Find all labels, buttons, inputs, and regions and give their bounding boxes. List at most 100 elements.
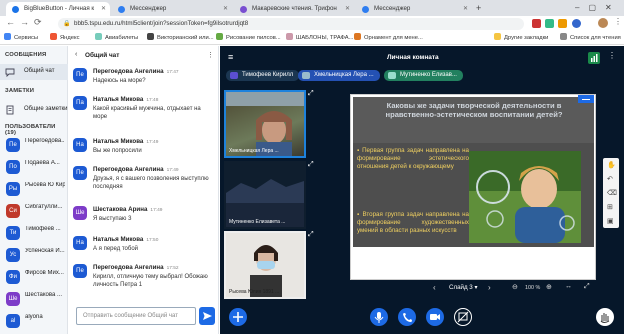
minimize-icon <box>582 99 590 100</box>
tab-messenger-2[interactable]: Мессенджер ✕ <box>356 2 472 16</box>
leave-audio-button[interactable] <box>398 308 416 326</box>
video-name-label: Хмельницкая Лера ... <box>229 148 279 154</box>
nav-buttons[interactable]: ←→⟳ <box>6 17 47 28</box>
video-name-label: Рысева Юлия 1891 ... <box>229 289 280 295</box>
video-tile[interactable]: Хмельницкая Лера ... <box>224 90 306 158</box>
bookmark-ornament[interactable]: Орнамент для мене... <box>354 32 423 45</box>
chat-icon <box>5 68 15 77</box>
user-row[interactable]: По Подаева А... <box>0 156 68 178</box>
public-chat-item[interactable]: Общий чат <box>0 64 68 80</box>
user-list: Пе Перегоедова... По Подаева А... Ры Рысева… <box>0 134 68 334</box>
extension-icon[interactable] <box>532 19 541 28</box>
window-controls[interactable]: –▢✕ <box>575 3 621 12</box>
multi-user-icon[interactable]: ⊞ <box>607 203 613 211</box>
chat-panel: ‹ Общий чат ⋮ Пе Перегоедова Ангелина 17:4… <box>69 46 219 334</box>
user-row[interactable]: al alyona <box>0 310 68 332</box>
lock-icon: 🔒 <box>63 21 71 27</box>
tab-messenger-1[interactable]: Мессенджер ✕ <box>112 2 232 16</box>
close-icon[interactable]: ✕ <box>463 2 468 16</box>
hamburger-icon[interactable]: ≡ <box>228 52 233 62</box>
user-row[interactable]: РыРысева Ю Кирилл... <box>0 178 68 200</box>
clear-icon[interactable]: ⌫ <box>607 189 617 197</box>
chat-options-icon[interactable]: ⋮ <box>207 51 214 59</box>
video-tile[interactable]: Мутиненко Елизавета ... <box>224 161 306 229</box>
zoom-level: 100 % <box>525 285 541 291</box>
close-icon[interactable]: ✕ <box>223 2 228 16</box>
bookmark-reading-list[interactable]: Список для чтения <box>560 32 621 45</box>
share-screen-button[interactable] <box>454 308 472 326</box>
user-row[interactable]: Фи Фирсов Мих... <box>0 266 68 288</box>
messenger-favicon-icon <box>362 6 369 13</box>
hand-icon <box>600 313 610 323</box>
microphone-icon <box>388 72 396 79</box>
options-icon[interactable]: ⋮ <box>608 51 616 60</box>
bookmark-victorian[interactable]: Викторианский или... <box>147 32 214 45</box>
bookmark-templates[interactable]: ШАБЛОНЫ, ТРАФА... <box>286 32 354 45</box>
mute-button[interactable] <box>370 308 388 326</box>
raise-hand-button[interactable] <box>596 308 614 326</box>
undo-icon[interactable]: ↶ <box>607 175 613 183</box>
close-icon[interactable]: ✕ <box>345 2 350 16</box>
user-row[interactable]: Пе Перегоедова... <box>0 134 68 156</box>
microphone-icon <box>374 312 384 323</box>
tab-makarev[interactable]: Макаревские чтения. Трифон ✕ <box>234 2 354 16</box>
fullscreen-icon[interactable]: ⤢ <box>308 161 314 169</box>
microphone-icon <box>230 72 238 79</box>
hand-tool-icon[interactable]: ✋ <box>607 161 616 169</box>
extension-icon[interactable] <box>558 19 567 28</box>
connection-status-icon[interactable] <box>588 52 600 64</box>
plus-icon <box>233 312 243 322</box>
screen-share-icon <box>457 311 469 323</box>
chat-title: Общий чат <box>85 52 120 59</box>
bookmark-services[interactable]: Сервисы <box>4 32 38 45</box>
user-row[interactable]: Си Сибгатулли... <box>0 200 68 222</box>
fit-width-icon[interactable]: ↔ <box>565 283 572 290</box>
profile-avatar[interactable] <box>598 18 608 28</box>
tab-bigbluebutton[interactable]: BigBlueButton - Личная к ✕ <box>6 2 110 16</box>
prev-slide-button[interactable]: ‹ <box>433 283 436 292</box>
extension-icon[interactable] <box>545 19 554 28</box>
fullscreen-icon[interactable]: ⤢ <box>308 90 314 98</box>
fullscreen-icon[interactable]: ⤢ <box>308 231 314 239</box>
slide-point-1: ▪ Первая группа задач направлена на форм… <box>357 147 469 171</box>
shared-notes-item[interactable]: Общие заметки <box>0 102 68 118</box>
zoom-in-button[interactable]: ⊕ <box>546 283 552 291</box>
close-icon[interactable]: ✕ <box>101 2 106 16</box>
back-icon[interactable]: ‹ <box>75 51 77 58</box>
zoom-out-button[interactable]: ⊖ <box>512 283 518 291</box>
site-favicon-icon <box>240 6 247 13</box>
notes-icon <box>6 105 14 115</box>
send-icon <box>203 312 212 320</box>
slide-heading: Каковы же задачи творческой деятельности… <box>385 101 563 119</box>
bookmark-yandex[interactable]: Яндекс <box>50 32 80 45</box>
user-row[interactable]: Ти Тимофеев ... <box>0 222 68 244</box>
bookmark-aviabilety[interactable]: Авиабилеты <box>95 32 138 45</box>
phone-icon <box>403 313 412 322</box>
chat-message-input[interactable]: Отправить сообщение Общий чат <box>76 307 196 325</box>
presentation-slide[interactable]: Каковы же задачи творческой деятельности… <box>350 94 596 280</box>
slide-selector[interactable]: Слайд 3 ▾ <box>449 284 478 291</box>
talking-indicator: Мутиненко Елизав... <box>384 70 463 81</box>
talking-indicator: Хмельницкая Лера ... <box>298 70 380 81</box>
next-slide-button[interactable]: › <box>488 283 491 292</box>
user-row[interactable]: Ше Шестакова ... <box>0 288 68 310</box>
user-row[interactable]: Ус Успенская И... <box>0 244 68 266</box>
video-button[interactable] <box>426 308 444 326</box>
user-list-panel: СООБЩЕНИЯ Общий чат ЗАМЕТКИ Общие заметк… <box>0 46 68 334</box>
actions-button[interactable] <box>229 308 247 326</box>
extension-icon[interactable] <box>572 19 581 28</box>
slide-photo <box>469 151 581 243</box>
bookmark-drawing[interactable]: Рисование пилсов... <box>216 32 281 45</box>
present-icon[interactable]: ▣ <box>607 217 614 225</box>
fullscreen-icon[interactable]: ⤢ <box>584 283 590 291</box>
menu-icon[interactable]: ⋮ <box>614 17 622 26</box>
video-name-label: Мутиненко Елизавета ... <box>229 219 286 225</box>
url-field[interactable]: 🔒 bbb5.tspu.edu.ru/html5client/join?sessi… <box>58 18 524 30</box>
notes-section-title: ЗАМЕТКИ <box>5 88 35 94</box>
video-tile[interactable]: Рысева Юлия 1891 ... <box>224 231 306 299</box>
new-tab-button[interactable]: + <box>476 2 481 14</box>
bookmark-other[interactable]: Другие закладки <box>494 32 548 45</box>
room-title: Личная комната <box>387 54 439 61</box>
participant-video <box>226 233 304 297</box>
send-button[interactable] <box>199 307 215 325</box>
